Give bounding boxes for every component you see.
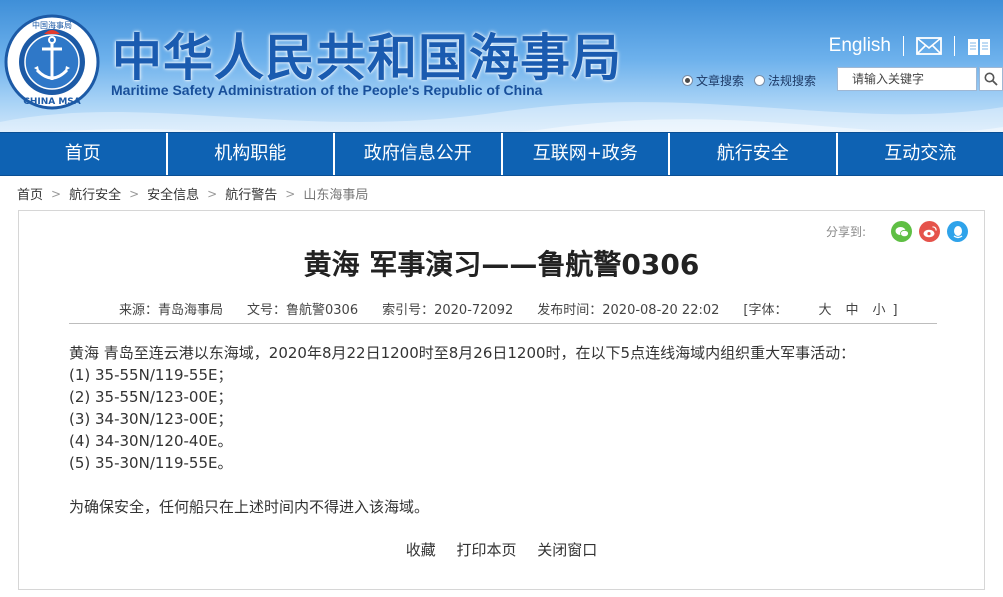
meta-divider: [69, 323, 937, 324]
font-size-small[interactable]: 小: [873, 303, 886, 318]
breadcrumb-nav-warnings[interactable]: 航行警告: [225, 184, 277, 203]
font-size-label-close: ]: [892, 303, 898, 318]
mail-icon[interactable]: [916, 36, 942, 56]
coordinate-point: (1) 35-55N/119-55E；: [69, 366, 233, 384]
nav-home[interactable]: 首页: [0, 133, 168, 175]
breadcrumb: 首页 > 航行安全 > 安全信息 > 航行警告 > 山东海事局: [17, 184, 368, 204]
wechat-icon[interactable]: [891, 221, 912, 242]
meta-publish-time: 发布时间：2020-08-20 22:02: [537, 303, 720, 318]
breadcrumb-safety-info[interactable]: 安全信息: [147, 184, 199, 203]
search-icon: [984, 72, 998, 86]
top-links: English: [829, 34, 1003, 58]
coordinate-point: (2) 35-55N/123-00E；: [69, 388, 233, 406]
nav-organization[interactable]: 机构职能: [168, 133, 335, 175]
top-links-divider: [954, 36, 955, 56]
site-subtitle: Maritime Safety Administration of the Pe…: [111, 82, 543, 98]
print-button[interactable]: 打印本页: [456, 541, 516, 559]
article-body: 黄海 青岛至连云港以东海域，2020年8月22日1200时至8月26日1200时…: [69, 342, 949, 518]
breadcrumb-separator: >: [129, 186, 140, 201]
search-type-options: 文章搜索 法规搜索: [682, 68, 826, 92]
radio-dot: [754, 74, 766, 86]
article-paragraph: 为确保安全，任何船只在上述时间内不得进入该海域。: [69, 498, 430, 516]
breadcrumb-home[interactable]: 首页: [17, 184, 43, 203]
favorite-button[interactable]: 收藏: [406, 541, 436, 559]
article-actions: 收藏 打印本页 关闭窗口: [19, 539, 984, 560]
qq-icon[interactable]: [947, 221, 968, 242]
book-icon[interactable]: [967, 36, 991, 56]
share-bar: 分享到:: [826, 221, 968, 242]
top-links-divider: [903, 36, 904, 56]
font-size-label-open: [字体：: [743, 303, 788, 318]
share-label: 分享到:: [825, 225, 866, 239]
site-title: 中华人民共和国海事局: [112, 29, 622, 87]
site-header: 中国海事局 CHINA MSA 中华人民共和国海事局 Maritime Safe…: [0, 0, 1003, 132]
svg-text:中国海事局: 中国海事局: [32, 20, 72, 30]
search-input[interactable]: 请输入关键字: [837, 67, 977, 91]
meta-doc-number: 文号：鲁航警0306: [247, 303, 359, 318]
breadcrumb-navigation-safety[interactable]: 航行安全: [69, 184, 121, 203]
radio-dot-selected: [682, 74, 693, 86]
weibo-icon[interactable]: [919, 221, 940, 242]
font-size-control: [字体： 大中小]: [743, 299, 921, 318]
nav-gov-info[interactable]: 政府信息公开: [335, 133, 503, 175]
coordinate-point: (4) 34-30N/120-40E。: [69, 432, 233, 450]
coordinate-point: (3) 34-30N/123-00E；: [69, 410, 233, 428]
breadcrumb-separator: >: [207, 186, 218, 201]
article-panel: 分享到: 黄海 军事演习——鲁航警0306 来源：青岛海事局 文号：鲁航警030…: [18, 210, 985, 590]
main-nav: 首页 机构职能 政府信息公开 互联网+政务 航行安全 互动交流: [0, 132, 1003, 176]
font-size-large[interactable]: 大: [818, 303, 831, 318]
meta-source: 来源：青岛海事局: [119, 303, 224, 318]
meta-index-number: 索引号：2020-72092: [382, 303, 514, 318]
article-title: 黄海 军事演习——鲁航警0306: [303, 248, 700, 281]
radio-article-label: 文章搜索: [696, 73, 745, 88]
coordinate-point: (5) 35-30N/119-55E。: [69, 454, 233, 472]
breadcrumb-separator: >: [51, 186, 62, 201]
english-link[interactable]: English: [829, 35, 891, 57]
svg-text:CHINA MSA: CHINA MSA: [23, 97, 81, 107]
nav-internet-gov[interactable]: 互联网+政务: [503, 133, 670, 175]
radio-regulation-label: 法规搜索: [768, 73, 817, 88]
nav-navigation-safety[interactable]: 航行安全: [670, 133, 838, 175]
close-window-button[interactable]: 关闭窗口: [537, 541, 597, 559]
article-meta: 来源：青岛海事局 文号：鲁航警0306 索引号：2020-72092 发布时间：…: [119, 299, 922, 318]
radio-regulation-search[interactable]: 法规搜索: [754, 72, 816, 89]
search-button[interactable]: [979, 67, 1003, 91]
nav-interaction[interactable]: 互动交流: [838, 133, 1003, 175]
font-size-medium[interactable]: 中: [846, 303, 859, 318]
msa-logo[interactable]: 中国海事局 CHINA MSA: [4, 14, 100, 110]
radio-article-search[interactable]: 文章搜索: [682, 72, 744, 89]
article-paragraph: 黄海 青岛至连云港以东海域，2020年8月22日1200时至8月26日1200时…: [69, 344, 856, 362]
breadcrumb-shandong-msa[interactable]: 山东海事局: [303, 184, 368, 203]
breadcrumb-separator: >: [285, 186, 296, 201]
